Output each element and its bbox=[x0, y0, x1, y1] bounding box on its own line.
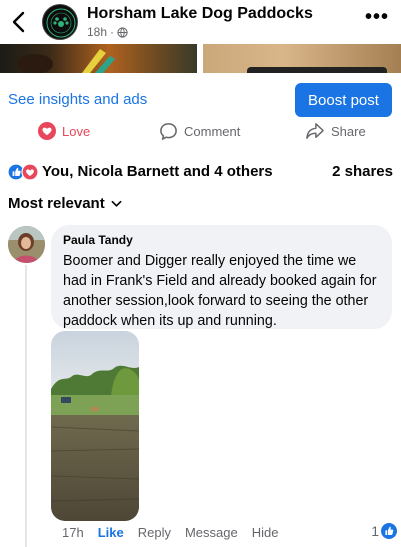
photo-detail bbox=[247, 67, 387, 73]
comment-hide-button[interactable]: Hide bbox=[252, 525, 279, 540]
page-logo-icon bbox=[46, 8, 76, 38]
comment-author[interactable]: Paula Tandy bbox=[63, 233, 380, 247]
share-label: Share bbox=[331, 123, 366, 139]
love-label: Love bbox=[62, 123, 91, 139]
sort-label: Most relevant bbox=[8, 195, 105, 212]
post-meta: 18h · bbox=[87, 25, 128, 39]
post-time[interactable]: 18h bbox=[87, 25, 107, 39]
post-actions: Love Comment Share bbox=[0, 122, 401, 146]
page-avatar[interactable] bbox=[42, 4, 78, 40]
reactions-summary[interactable]: You, Nicola Barnett and 4 others 2 share… bbox=[8, 162, 393, 182]
shares-count[interactable]: 2 shares bbox=[332, 163, 393, 180]
reaction-icons bbox=[8, 163, 39, 181]
avatar[interactable] bbox=[8, 226, 45, 263]
page-name[interactable]: Horsham Lake Dog Paddocks bbox=[87, 5, 313, 23]
meta-separator: · bbox=[110, 25, 115, 39]
comment-bubble-icon bbox=[160, 123, 177, 140]
comment-sort-dropdown[interactable]: Most relevant bbox=[8, 195, 122, 212]
share-button[interactable]: Share bbox=[305, 122, 366, 140]
back-icon[interactable] bbox=[9, 10, 29, 34]
comment-like-count[interactable]: 1 bbox=[371, 523, 397, 539]
commenter-avatar-image bbox=[8, 226, 45, 263]
share-arrow-icon bbox=[306, 123, 324, 139]
love-button[interactable]: Love bbox=[38, 122, 90, 140]
more-options-icon[interactable]: ••• bbox=[365, 7, 389, 27]
thread-line bbox=[25, 265, 27, 547]
heart-icon bbox=[38, 122, 56, 140]
reactions-text[interactable]: You, Nicola Barnett and 4 others bbox=[42, 163, 273, 180]
post-header: Horsham Lake Dog Paddocks 18h · ••• bbox=[0, 0, 401, 44]
boost-post-button[interactable]: Boost post bbox=[295, 83, 392, 117]
photo-detail bbox=[17, 49, 115, 73]
chevron-down-icon bbox=[111, 200, 122, 207]
comment-message-button[interactable]: Message bbox=[185, 525, 238, 540]
comment-button[interactable]: Comment bbox=[159, 122, 240, 141]
comment-text: Boomer and Digger really enjoyed the tim… bbox=[63, 253, 377, 329]
comment-time[interactable]: 17h bbox=[62, 525, 84, 540]
see-insights-link[interactable]: See insights and ads bbox=[8, 91, 147, 108]
post-media[interactable] bbox=[0, 44, 401, 73]
comment-photo[interactable] bbox=[51, 331, 139, 521]
comment-actions: 17h Like Reply Message Hide bbox=[62, 525, 292, 540]
thumbs-up-icon bbox=[381, 523, 397, 539]
like-count-value: 1 bbox=[371, 523, 379, 539]
comment-label: Comment bbox=[184, 124, 241, 139]
comment-like-button[interactable]: Like bbox=[98, 525, 124, 540]
comment-bubble[interactable]: Paula Tandy Boomer and Digger really enj… bbox=[51, 225, 392, 329]
field-photo-image bbox=[51, 331, 139, 521]
post-photo-right[interactable] bbox=[203, 44, 401, 73]
comment-reply-button[interactable]: Reply bbox=[138, 525, 171, 540]
post-photo-left[interactable] bbox=[0, 44, 197, 73]
globe-icon bbox=[117, 26, 128, 38]
